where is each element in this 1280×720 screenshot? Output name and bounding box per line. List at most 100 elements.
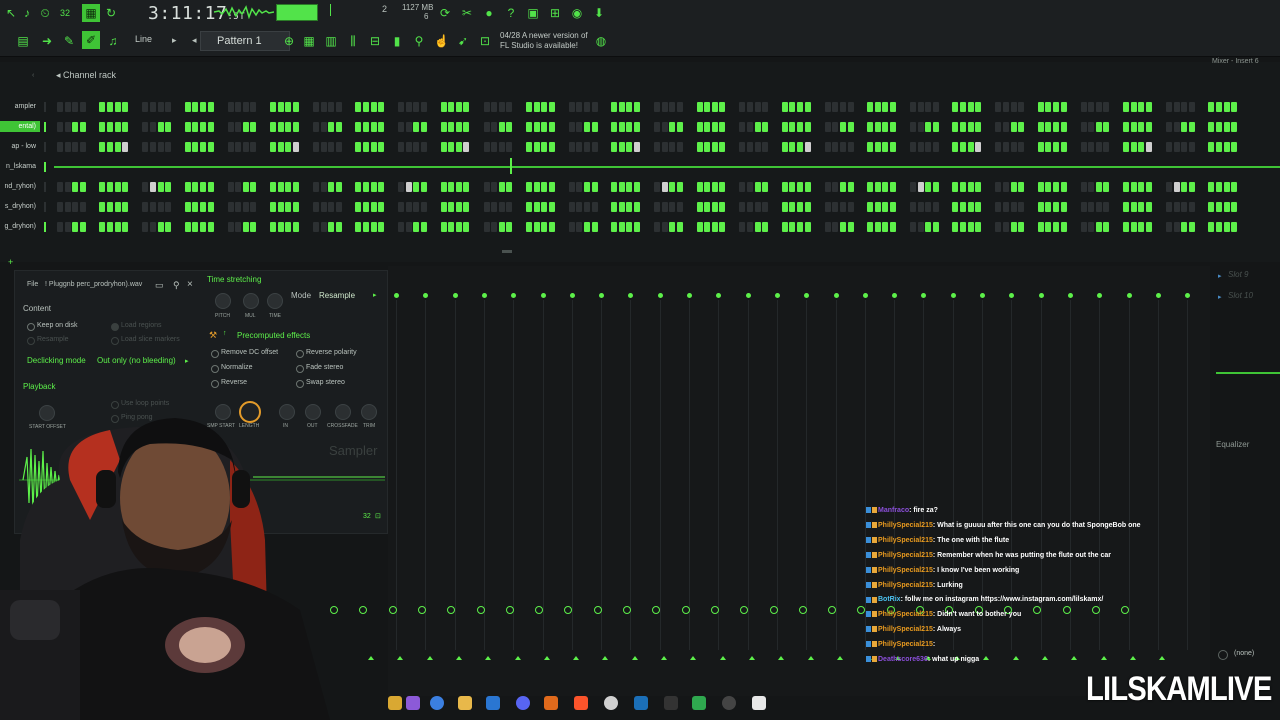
step-button[interactable] bbox=[576, 122, 583, 132]
step-button[interactable] bbox=[696, 222, 703, 232]
step-button[interactable] bbox=[1103, 202, 1110, 212]
playlist-view-icon[interactable]: ▦ bbox=[302, 34, 316, 48]
step-button[interactable] bbox=[1123, 202, 1129, 212]
step-button[interactable] bbox=[634, 182, 640, 192]
step-button[interactable] bbox=[1052, 202, 1059, 212]
pattern-prev-icon[interactable]: ◂ bbox=[192, 35, 197, 46]
declicking-arrow-icon[interactable]: ▸ bbox=[185, 357, 189, 365]
step-button[interactable] bbox=[320, 122, 327, 132]
app-photos-icon[interactable] bbox=[388, 696, 402, 710]
step-button[interactable] bbox=[568, 122, 575, 132]
mixer-route-arrow[interactable] bbox=[543, 656, 550, 660]
step-button[interactable] bbox=[1123, 122, 1129, 132]
step-button[interactable] bbox=[925, 222, 932, 232]
step-button[interactable] bbox=[292, 182, 299, 192]
step-button[interactable] bbox=[1223, 222, 1230, 232]
step-button[interactable] bbox=[506, 102, 513, 112]
step-button[interactable] bbox=[762, 142, 769, 152]
step-button[interactable] bbox=[405, 182, 412, 192]
mixer-route-arrow[interactable] bbox=[485, 656, 492, 660]
step-button[interactable] bbox=[506, 122, 513, 132]
step-button[interactable] bbox=[114, 102, 121, 112]
step-button[interactable] bbox=[498, 222, 505, 232]
step-button[interactable] bbox=[1002, 182, 1009, 192]
step-button[interactable] bbox=[882, 142, 889, 152]
step-button[interactable] bbox=[832, 222, 839, 232]
step-button[interactable] bbox=[618, 222, 625, 232]
step-button[interactable] bbox=[917, 202, 924, 212]
folder-icon[interactable] bbox=[458, 696, 472, 710]
step-button[interactable] bbox=[661, 222, 668, 232]
step-button[interactable] bbox=[64, 202, 71, 212]
step-button[interactable] bbox=[398, 122, 405, 132]
mixer-send-led[interactable] bbox=[452, 293, 458, 298]
mixer-send-led[interactable] bbox=[745, 293, 751, 298]
mixer-send-led[interactable] bbox=[833, 293, 839, 298]
step-button[interactable] bbox=[591, 142, 598, 152]
shop-icon[interactable]: ⊞ bbox=[548, 6, 562, 20]
step-button[interactable] bbox=[541, 142, 548, 152]
step-button[interactable] bbox=[1037, 182, 1044, 192]
step-button[interactable] bbox=[548, 202, 555, 212]
step-button[interactable] bbox=[463, 222, 470, 232]
step-button[interactable] bbox=[1165, 222, 1172, 232]
step-button[interactable] bbox=[1080, 182, 1087, 192]
step-button[interactable] bbox=[57, 202, 63, 212]
rack-resize-handle[interactable] bbox=[502, 250, 512, 253]
step-button[interactable] bbox=[739, 142, 746, 152]
step-button[interactable] bbox=[762, 122, 769, 132]
step-button[interactable] bbox=[634, 122, 640, 132]
step-button[interactable] bbox=[533, 142, 540, 152]
mixer-send-led[interactable] bbox=[804, 293, 810, 298]
touch-icon[interactable]: ☝ bbox=[434, 34, 449, 48]
step-button[interactable] bbox=[952, 222, 959, 232]
step-button[interactable] bbox=[122, 222, 129, 232]
step-button[interactable] bbox=[107, 142, 113, 152]
step-button[interactable] bbox=[1145, 222, 1152, 232]
step-button[interactable] bbox=[165, 182, 172, 192]
step-button[interactable] bbox=[967, 202, 974, 212]
step-button[interactable] bbox=[889, 142, 896, 152]
step-button[interactable] bbox=[824, 182, 831, 192]
step-button[interactable] bbox=[669, 102, 676, 112]
step-button[interactable] bbox=[57, 102, 63, 112]
step-button[interactable] bbox=[525, 222, 532, 232]
step-button[interactable] bbox=[192, 122, 199, 132]
step-button[interactable] bbox=[1010, 202, 1017, 212]
step-button[interactable] bbox=[79, 202, 86, 212]
step-button[interactable] bbox=[184, 102, 191, 112]
step-button[interactable] bbox=[789, 142, 796, 152]
step-button[interactable] bbox=[661, 102, 668, 112]
step-button[interactable] bbox=[739, 202, 746, 212]
step-button[interactable] bbox=[1010, 122, 1017, 132]
step-button[interactable] bbox=[797, 182, 803, 192]
step-button[interactable] bbox=[626, 122, 633, 132]
step-button[interactable] bbox=[1165, 202, 1172, 212]
step-button[interactable] bbox=[378, 202, 385, 212]
step-button[interactable] bbox=[99, 202, 106, 212]
step-button[interactable] bbox=[398, 182, 405, 192]
brush-icon[interactable]: ✐ bbox=[82, 31, 100, 49]
step-button[interactable] bbox=[207, 222, 214, 232]
mixer-send-led[interactable] bbox=[1097, 293, 1103, 298]
step-button[interactable] bbox=[227, 142, 234, 152]
mixer-track-strip[interactable] bbox=[425, 300, 427, 650]
mixer-route-knob[interactable] bbox=[623, 606, 631, 614]
step-button[interactable] bbox=[1002, 222, 1009, 232]
up-arrow-icon[interactable]: ↑ bbox=[223, 330, 227, 337]
step-button[interactable] bbox=[719, 102, 726, 112]
step-button[interactable] bbox=[1095, 102, 1102, 112]
slot-9[interactable]: Slot 9 bbox=[1228, 270, 1248, 279]
mixer-route-arrow[interactable] bbox=[1159, 656, 1166, 660]
step-button[interactable] bbox=[917, 122, 924, 132]
step-button[interactable] bbox=[576, 222, 583, 232]
step-button[interactable] bbox=[525, 182, 532, 192]
step-button[interactable] bbox=[184, 122, 191, 132]
automation-lane[interactable] bbox=[54, 166, 1280, 168]
step-button[interactable] bbox=[975, 182, 982, 192]
step-button[interactable] bbox=[199, 222, 206, 232]
step-button[interactable] bbox=[455, 122, 462, 132]
mixer-route-arrow[interactable] bbox=[1041, 656, 1048, 660]
step-button[interactable] bbox=[463, 102, 470, 112]
step-button[interactable] bbox=[1173, 202, 1180, 212]
